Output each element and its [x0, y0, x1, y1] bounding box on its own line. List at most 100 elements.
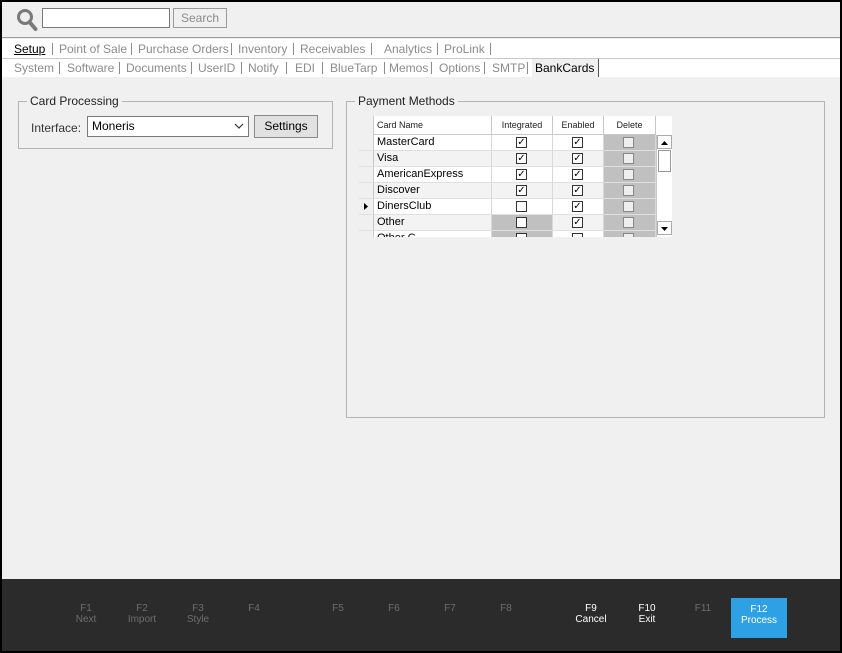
f6-button[interactable]: F6 — [366, 597, 422, 637]
submenu-documents[interactable]: Documents — [126, 61, 187, 75]
delete-cell — [604, 183, 656, 199]
integrated-checkbox[interactable] — [516, 233, 527, 237]
row-header[interactable] — [359, 135, 374, 151]
menu-purchase-orders[interactable]: Purchase Orders — [138, 42, 229, 56]
scroll-down-button[interactable] — [657, 221, 672, 235]
menu-inventory[interactable]: Inventory — [238, 42, 287, 56]
delete-checkbox[interactable] — [623, 217, 634, 228]
interface-label: Interface: — [31, 121, 82, 135]
enabled-cell: ✓ — [553, 215, 604, 231]
f10-exit-button[interactable]: F10 Exit — [619, 597, 675, 637]
payment-methods-grid: Card Name Integrated Enabled Delete Mast… — [359, 116, 672, 237]
enabled-checkbox[interactable]: ✓ — [572, 217, 583, 228]
delete-checkbox[interactable] — [623, 137, 634, 148]
delete-checkbox[interactable] — [623, 201, 634, 212]
row-header[interactable] — [359, 199, 374, 215]
col-card-name: Card Name — [374, 116, 492, 135]
card-name-cell[interactable]: AmericanExpress — [374, 167, 492, 183]
row-header[interactable] — [359, 231, 374, 237]
delete-checkbox[interactable] — [623, 185, 634, 196]
submenu-memos[interactable]: Memos — [389, 61, 428, 75]
f3-style-button[interactable]: F3 Style — [170, 597, 226, 637]
table-row[interactable]: Visa ✓ ✓ — [359, 151, 656, 167]
delete-checkbox[interactable] — [623, 169, 634, 180]
integrated-checkbox[interactable] — [516, 201, 527, 212]
main-menu: Setup Point of Sale Purchase Orders Inve… — [2, 39, 840, 59]
f1-next-button[interactable]: F1 Next — [58, 597, 114, 637]
delete-checkbox[interactable] — [623, 153, 634, 164]
submenu-bluetarp[interactable]: BlueTarp — [330, 61, 377, 75]
card-name-cell[interactable]: DinersClub — [374, 199, 492, 215]
enabled-checkbox[interactable]: ✓ — [572, 169, 583, 180]
row-header[interactable] — [359, 151, 374, 167]
card-name-cell[interactable]: Discover — [374, 183, 492, 199]
enabled-checkbox[interactable]: ✓ — [572, 201, 583, 212]
enabled-checkbox[interactable]: ✓ — [572, 185, 583, 196]
submenu-options[interactable]: Options — [439, 61, 480, 75]
card-name-cell[interactable]: Other — [374, 215, 492, 231]
interface-select[interactable]: Moneris — [87, 116, 249, 137]
enabled-checkbox[interactable]: ✓ — [572, 153, 583, 164]
enabled-cell: ✓ — [553, 151, 604, 167]
integrated-cell: ✓ — [492, 167, 553, 183]
settings-button[interactable]: Settings — [254, 115, 318, 138]
submenu-edi[interactable]: EDI — [295, 61, 315, 75]
menu-prolink[interactable]: ProLink — [444, 42, 485, 56]
integrated-cell: ✓ — [492, 135, 553, 151]
f9-cancel-button[interactable]: F9 Cancel — [563, 597, 619, 637]
submenu-system[interactable]: System — [14, 61, 54, 75]
f5-button[interactable]: F5 — [310, 597, 366, 637]
enabled-checkbox[interactable]: ✓ — [572, 137, 583, 148]
menu-point-of-sale[interactable]: Point of Sale — [59, 42, 127, 56]
card-name-cell[interactable]: Other C... — [374, 231, 492, 237]
table-row[interactable]: DinersClub ✓ — [359, 199, 656, 215]
search-button[interactable]: Search — [173, 8, 227, 28]
triangle-up-icon — [661, 141, 668, 145]
card-name-cell[interactable]: MasterCard — [374, 135, 492, 151]
table-row[interactable]: Discover ✓ ✓ — [359, 183, 656, 199]
f12-process-button[interactable]: F12 Process — [731, 598, 787, 638]
sub-menu: System Software Documents UserID Notify … — [2, 59, 840, 77]
search-input[interactable] — [42, 8, 170, 28]
scroll-up-button[interactable] — [657, 135, 672, 149]
col-delete: Delete — [604, 116, 656, 135]
scroll-thumb[interactable] — [658, 150, 671, 172]
integrated-checkbox[interactable]: ✓ — [516, 153, 527, 164]
table-row[interactable]: Other ✓ — [359, 215, 656, 231]
enabled-cell — [553, 231, 604, 237]
integrated-checkbox[interactable]: ✓ — [516, 137, 527, 148]
integrated-checkbox[interactable]: ✓ — [516, 169, 527, 180]
integrated-checkbox[interactable]: ✓ — [516, 185, 527, 196]
enabled-checkbox[interactable] — [572, 233, 583, 237]
submenu-smtp[interactable]: SMTP — [492, 61, 525, 75]
row-header[interactable] — [359, 167, 374, 183]
grid-scrollbar[interactable] — [656, 135, 672, 237]
menu-analytics[interactable]: Analytics — [384, 42, 432, 56]
card-processing-title: Card Processing — [27, 94, 122, 108]
interface-value: Moneris — [92, 119, 135, 133]
table-row[interactable]: AmericanExpress ✓ ✓ — [359, 167, 656, 183]
submenu-userid[interactable]: UserID — [198, 61, 235, 75]
submenu-bankcards[interactable]: BankCards — [532, 59, 600, 77]
row-header[interactable] — [359, 215, 374, 231]
integrated-checkbox[interactable] — [516, 217, 527, 228]
delete-cell — [604, 215, 656, 231]
table-row[interactable]: MasterCard ✓ ✓ — [359, 135, 656, 151]
search-bar: Search — [2, 2, 840, 38]
payment-methods-group: Payment Methods Card Name Integrated Ena… — [346, 94, 825, 418]
payment-methods-title: Payment Methods — [355, 94, 458, 108]
card-name-cell[interactable]: Visa — [374, 151, 492, 167]
submenu-software[interactable]: Software — [67, 61, 114, 75]
col-enabled: Enabled — [553, 116, 604, 135]
row-header[interactable] — [359, 183, 374, 199]
f11-button[interactable]: F11 — [675, 597, 731, 637]
table-row[interactable]: Other C... — [359, 231, 656, 237]
delete-checkbox[interactable] — [623, 233, 634, 237]
f4-button[interactable]: F4 — [226, 597, 282, 637]
submenu-notify[interactable]: Notify — [248, 61, 279, 75]
f2-import-button[interactable]: F2 Import — [114, 597, 170, 637]
f8-button[interactable]: F8 — [478, 597, 534, 637]
menu-receivables[interactable]: Receivables — [300, 42, 365, 56]
menu-setup[interactable]: Setup — [14, 42, 45, 56]
f7-button[interactable]: F7 — [422, 597, 478, 637]
